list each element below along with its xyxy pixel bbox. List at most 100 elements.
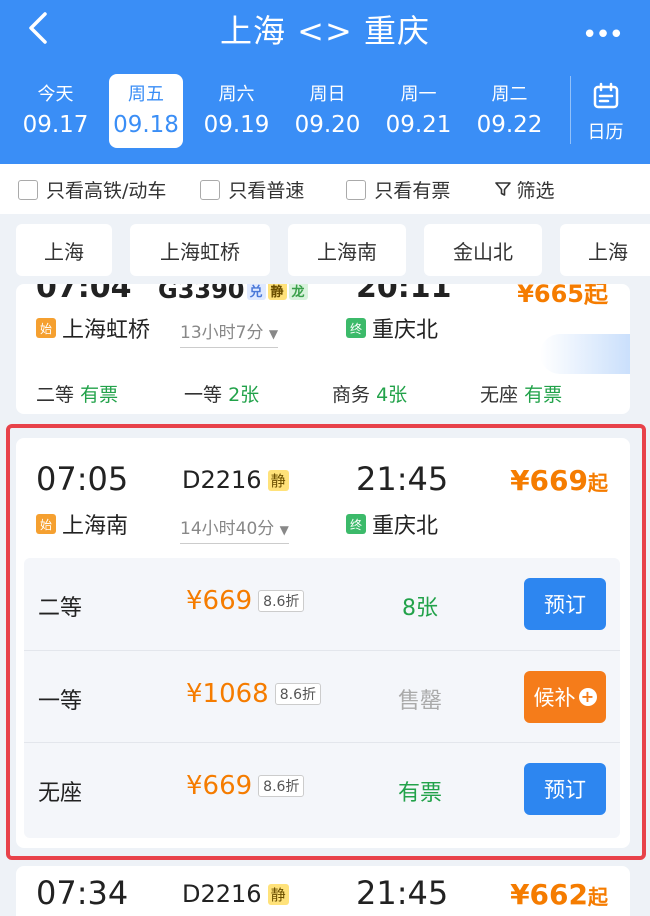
seat-summary-item: 商务 4张 bbox=[332, 380, 407, 407]
start-badge: 始 bbox=[36, 514, 56, 534]
checkbox-icon bbox=[200, 179, 221, 200]
date-tab-0922[interactable]: 周二 09.22 bbox=[464, 74, 555, 148]
station-chip[interactable]: 上海 bbox=[16, 224, 112, 276]
quiet-badge: 静 bbox=[267, 284, 287, 300]
date-tab-0917[interactable]: 今天 09.17 bbox=[10, 74, 101, 148]
station-chip[interactable]: 上海南 bbox=[288, 224, 406, 276]
seat-price: ¥1068 8.6折 bbox=[186, 679, 321, 709]
train-card[interactable]: 07:04 G3390 兑 静 龙 20:11 ¥665起 始 上海虹桥 13小… bbox=[16, 284, 630, 414]
train-card-expanded[interactable]: 07:05 D2216 静 21:45 ¥669起 始 上海南 14小时40分 … bbox=[16, 438, 630, 848]
station-chips: 上海 上海虹桥 上海南 金山北 上海 bbox=[0, 214, 650, 284]
seat-row-no-seat: 无座 ¥669 8.6折 有票 预订 bbox=[24, 742, 620, 834]
availability: 8张 bbox=[402, 596, 438, 621]
waitlist-label: 候补 bbox=[533, 686, 576, 710]
seat-options: 二等 ¥669 8.6折 8张 预订 一等 ¥1068 8.6折 售罄 候补 +… bbox=[24, 558, 620, 838]
seat-name: 无座 bbox=[480, 384, 519, 406]
filter-button[interactable]: 筛选 bbox=[494, 176, 554, 203]
date-tab-0920[interactable]: 周日 09.20 bbox=[282, 74, 373, 148]
funnel-icon bbox=[495, 182, 512, 196]
book-button[interactable]: 预订 bbox=[524, 578, 606, 630]
train-number-group: G3390 兑 静 龙 bbox=[158, 284, 308, 304]
start-badge: 始 bbox=[36, 318, 56, 338]
date-tab-0921[interactable]: 周一 09.21 bbox=[373, 74, 464, 148]
lowest-price: ¥665起 bbox=[517, 284, 608, 308]
train-number: G3390 bbox=[158, 284, 245, 304]
depart-time: 07:04 bbox=[36, 284, 132, 305]
decorative-wave bbox=[540, 334, 630, 374]
book-button[interactable]: 预订 bbox=[524, 763, 606, 815]
depart-time: 07:05 bbox=[36, 460, 129, 498]
available-only-checkbox[interactable]: 只看有票 bbox=[346, 176, 450, 203]
date-weekday: 周二 bbox=[491, 84, 528, 105]
seat-summary-item: 无座 有票 bbox=[480, 380, 562, 407]
to-station: 终 重庆北 bbox=[346, 508, 438, 540]
seat-status: 有票 bbox=[80, 384, 119, 406]
seat-status: 2张 bbox=[228, 384, 260, 406]
duration-text: 14小时40分 bbox=[180, 519, 275, 539]
date-value: 09.19 bbox=[203, 112, 270, 138]
date-weekday: 周五 bbox=[128, 84, 164, 105]
station-chip[interactable]: 上海 bbox=[560, 224, 650, 276]
more-options-button[interactable]: ••• bbox=[582, 20, 624, 50]
seat-name: 一等 bbox=[184, 384, 223, 406]
train-card[interactable]: 07:34 D2216 静 21:45 ¥662起 bbox=[16, 866, 630, 916]
to-station-name: 重庆北 bbox=[372, 318, 439, 343]
date-weekday: 周六 bbox=[218, 84, 255, 105]
from-station-name: 上海南 bbox=[62, 514, 129, 539]
train-number: D2216 bbox=[182, 880, 262, 908]
caret-down-icon: ▼ bbox=[279, 523, 289, 537]
lowest-price: ¥669起 bbox=[510, 464, 608, 497]
seat-name: 二等 bbox=[36, 384, 75, 406]
calendar-label: 日历 bbox=[587, 122, 624, 143]
from-station: 始 上海南 bbox=[36, 508, 128, 540]
to-station-name: 重庆北 bbox=[372, 514, 439, 539]
page-title: 上海 <> 重庆 bbox=[220, 12, 430, 50]
waitlist-button[interactable]: 候补 + bbox=[524, 671, 606, 723]
seat-class-name: 二等 bbox=[38, 596, 83, 621]
seat-class-name: 无座 bbox=[38, 781, 83, 806]
train-number-group: D2216 静 bbox=[182, 466, 289, 494]
end-badge: 终 bbox=[346, 514, 366, 534]
date-value: 09.22 bbox=[476, 112, 543, 138]
station-chip[interactable]: 上海虹桥 bbox=[130, 224, 270, 276]
price-suffix: 起 bbox=[588, 885, 608, 909]
app-header: 上海 <> 重庆 ••• 今天 09.17 周五 09.18 周六 09.19 … bbox=[0, 0, 650, 164]
date-weekday: 今天 bbox=[37, 84, 74, 105]
calendar-button[interactable]: 日历 bbox=[570, 76, 640, 144]
date-selector: 今天 09.17 周五 09.18 周六 09.19 周日 09.20 周一 0… bbox=[10, 74, 560, 150]
seat-summary-item: 一等 2张 bbox=[184, 380, 259, 407]
discount-badge: 8.6折 bbox=[274, 683, 321, 705]
hsr-only-checkbox[interactable]: 只看高铁/动车 bbox=[18, 176, 166, 203]
checkbox-icon bbox=[18, 179, 38, 200]
seat-summary-item: 二等 有票 bbox=[36, 380, 118, 407]
availability: 售罄 bbox=[397, 689, 442, 714]
price-value: ¥669 bbox=[510, 464, 588, 497]
from-station-name: 上海虹桥 bbox=[62, 318, 151, 343]
price-value: ¥669 bbox=[186, 586, 253, 616]
seat-price: ¥669 8.6折 bbox=[186, 771, 305, 801]
regular-only-checkbox[interactable]: 只看普速 bbox=[200, 176, 304, 203]
filter-bar: 只看高铁/动车 只看普速 只看有票 筛选 bbox=[0, 164, 650, 214]
price-value: ¥669 bbox=[186, 771, 253, 801]
train-number-group: D2216 静 bbox=[182, 880, 289, 908]
availability: 有票 bbox=[397, 781, 442, 806]
arrive-time: 21:45 bbox=[356, 874, 449, 912]
seat-row-second-class: 二等 ¥669 8.6折 8张 预订 bbox=[24, 558, 620, 650]
duration-dropdown[interactable]: 14小时40分 ▼ bbox=[180, 514, 289, 544]
arrive-time: 21:45 bbox=[356, 460, 449, 498]
duration-text: 13小时7分 bbox=[180, 323, 264, 343]
date-tab-0919[interactable]: 周六 09.19 bbox=[191, 74, 282, 148]
to-station: 终 重庆北 bbox=[346, 312, 438, 344]
duration-dropdown[interactable]: 13小时7分 ▼ bbox=[180, 318, 279, 348]
hsr-only-label: 只看高铁/动车 bbox=[46, 179, 167, 202]
date-tab-0918-selected[interactable]: 周五 09.18 bbox=[109, 74, 183, 148]
arrive-time: 20:11 bbox=[356, 284, 452, 305]
date-value: 09.21 bbox=[385, 112, 452, 138]
seat-name: 商务 bbox=[332, 384, 371, 406]
seat-status: 有票 bbox=[524, 384, 563, 406]
station-chip[interactable]: 金山北 bbox=[424, 224, 542, 276]
discount-badge: 8.6折 bbox=[258, 775, 305, 797]
train-number: D2216 bbox=[182, 466, 262, 494]
calendar-icon bbox=[593, 82, 618, 109]
price-suffix: 起 bbox=[588, 471, 608, 495]
